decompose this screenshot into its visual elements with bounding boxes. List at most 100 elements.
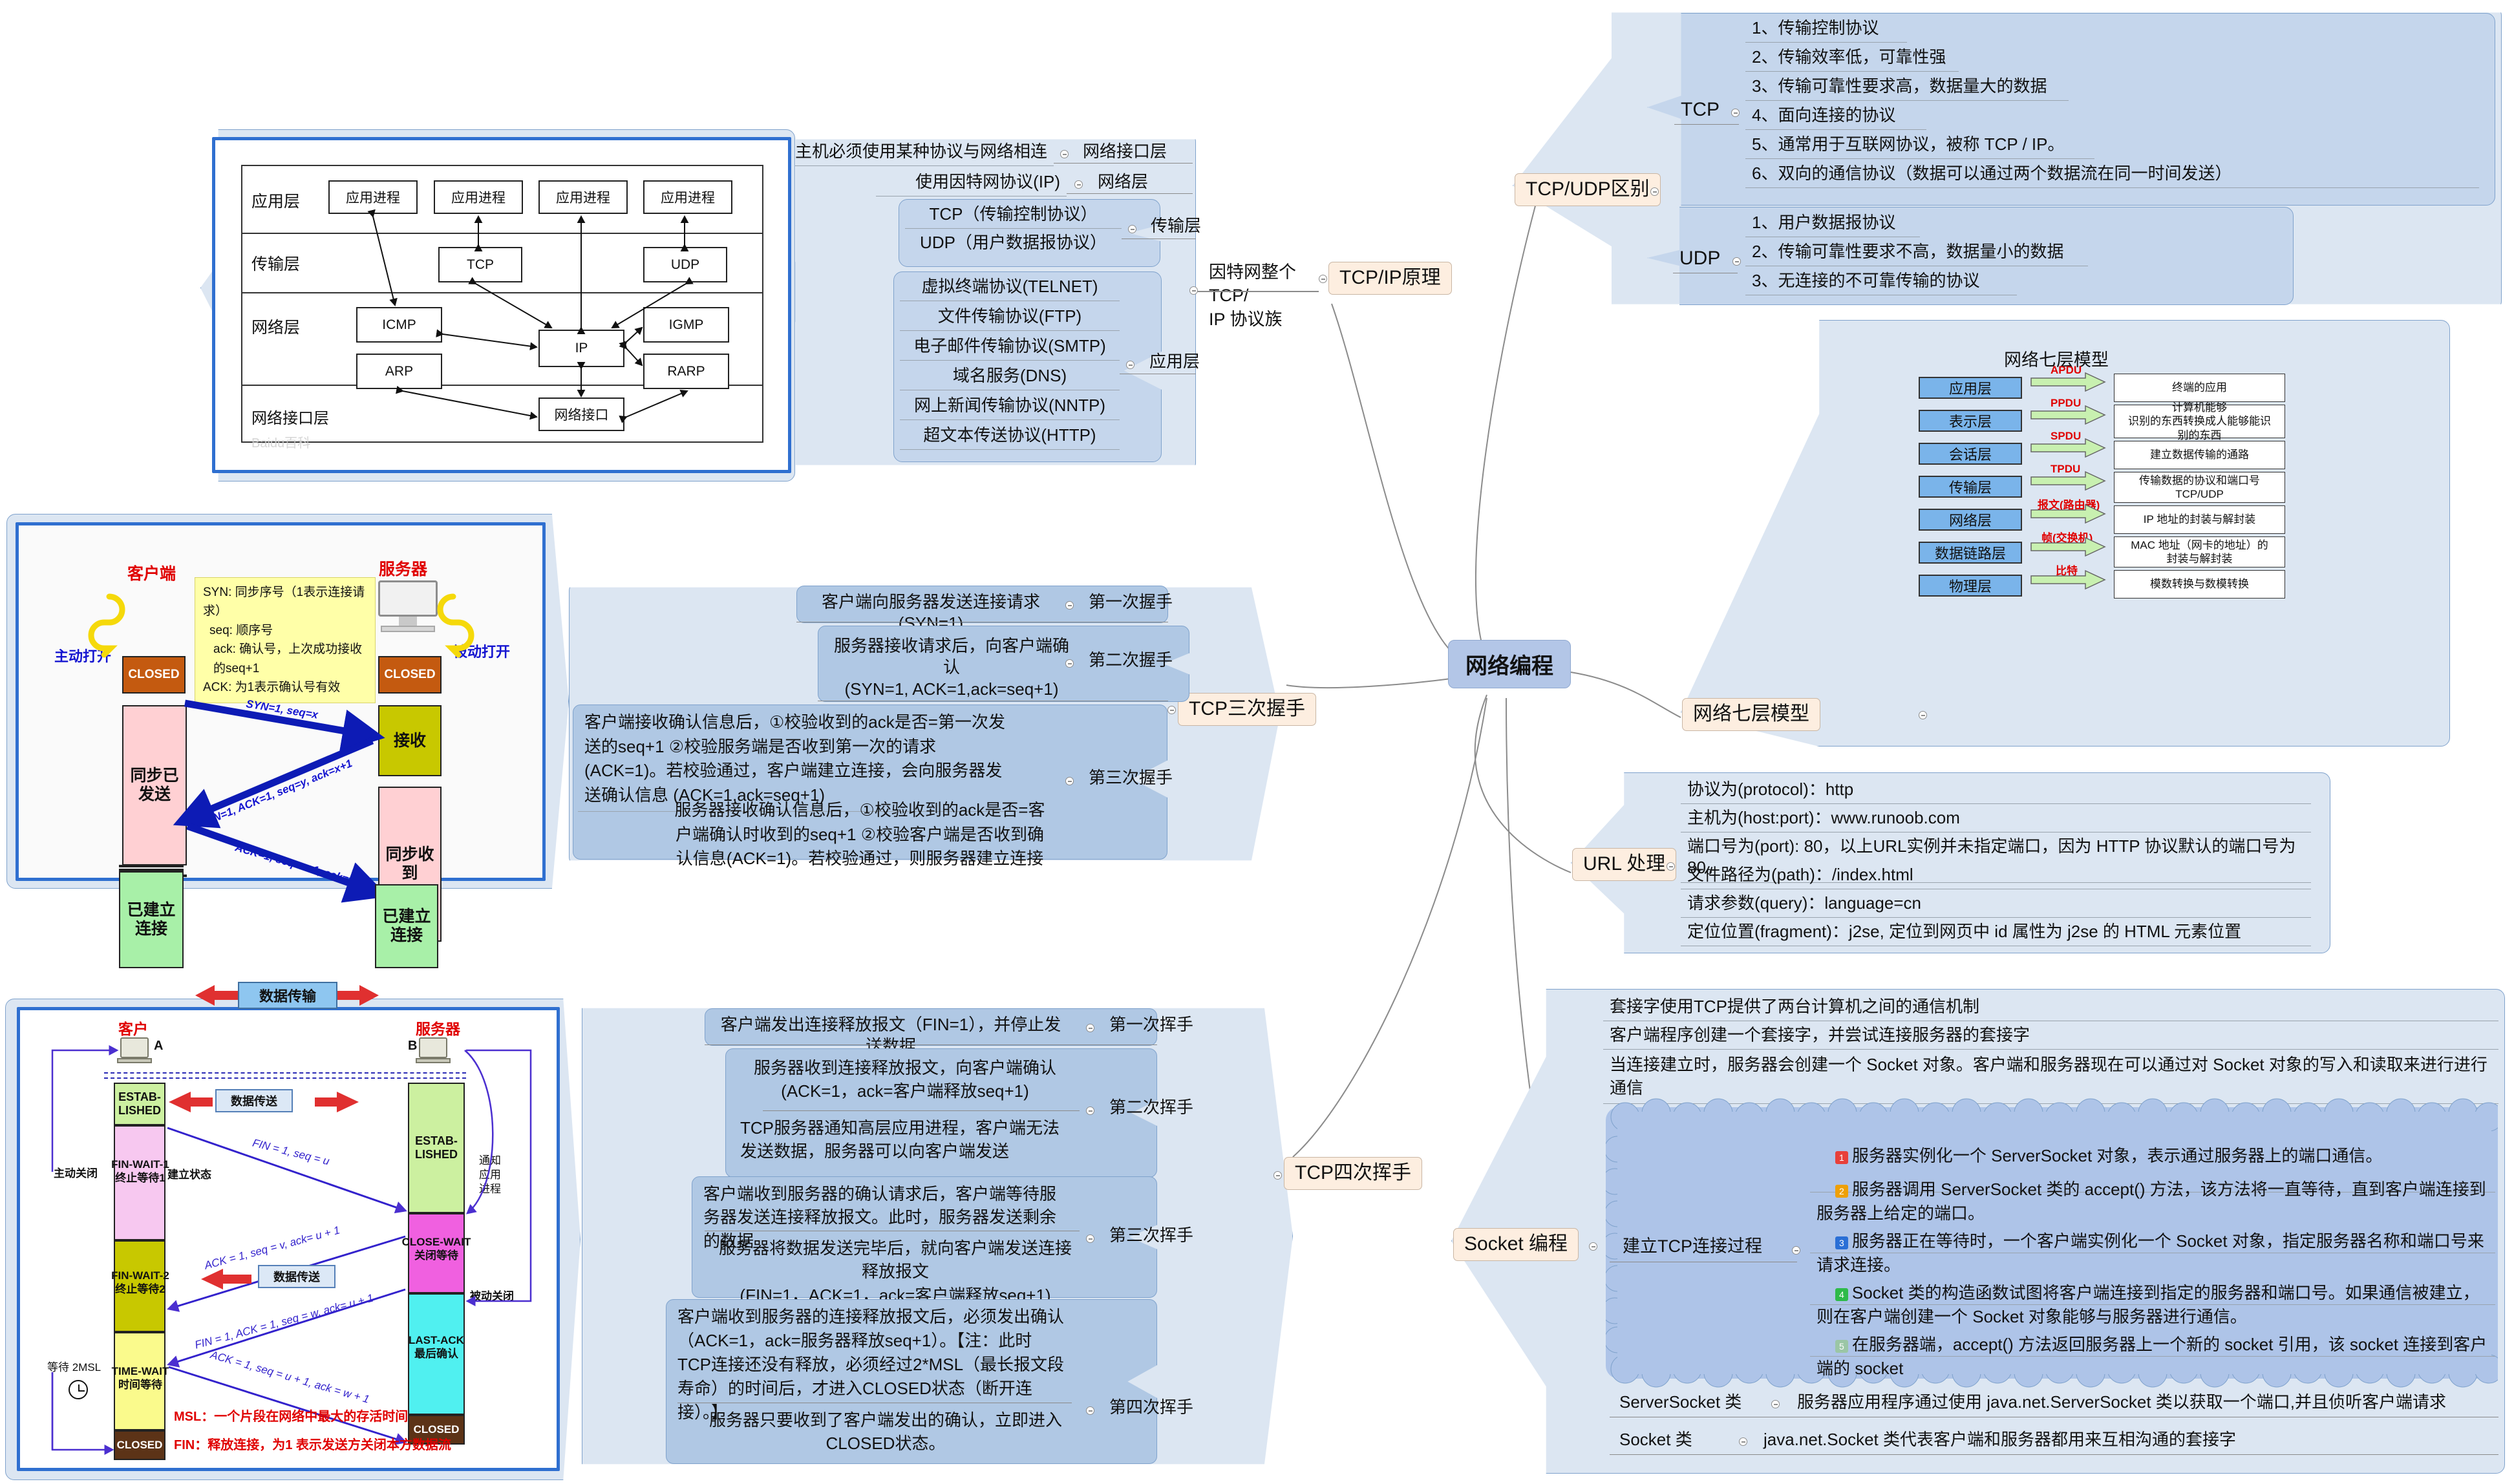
tcpip-summary-conn bbox=[1196, 291, 1319, 292]
branch-socket-label: Socket 编程 bbox=[1464, 1233, 1568, 1255]
collapse-icon-l1[interactable] bbox=[1074, 180, 1083, 189]
tcpip-l0-name: 网络接口层 bbox=[1083, 142, 1167, 161]
osi-desc-5: MAC 地址（网卡的地址）的 封装与解封装 bbox=[2114, 536, 2285, 567]
collapse-icon-serversocket[interactable] bbox=[1771, 1400, 1780, 1408]
w4-step3-label: 第四次挥手 bbox=[1109, 1397, 1194, 1417]
branch-handshake3-label: TCP三次握手 bbox=[1189, 698, 1305, 719]
step-badge-5: 5 bbox=[1835, 1339, 1848, 1353]
step-badge-4: 4 bbox=[1835, 1288, 1848, 1301]
collapse-icon-udp[interactable] bbox=[1732, 257, 1741, 266]
mindmap-canvas: 网络编程 TCP/IP原理 因特网整个 TCP/ IP 协议族 主机必须使用某种… bbox=[0, 0, 2514, 1484]
branch-url[interactable]: URL 处理 bbox=[1572, 848, 1677, 881]
collapse-icon-hs3-1[interactable] bbox=[1065, 659, 1074, 668]
tcp-label: TCP bbox=[1681, 99, 1720, 120]
hs3-client-state-2: 已建立 连接 bbox=[119, 871, 184, 968]
url-item-5: 定位位置(fragment)：j2se, 定位到网页中 id 属性为 j2se … bbox=[1681, 919, 2311, 947]
conn-w4-0 bbox=[705, 1044, 1157, 1045]
collapse-icon-w4-1[interactable] bbox=[1086, 1107, 1094, 1115]
branch-osi7[interactable]: 网络七层模型 bbox=[1682, 698, 1820, 731]
tcpip-l0-item0: 主机必须使用某种协议与网络相连 bbox=[789, 139, 1054, 167]
socket-class-1-name: Socket 类 bbox=[1619, 1430, 1692, 1449]
w4-step2-label: 第三次挥手 bbox=[1109, 1225, 1194, 1245]
collapse-icon-osi7[interactable] bbox=[1919, 711, 1927, 719]
tcpip-l3-item0: 虚拟终端协议(TELNET) bbox=[900, 274, 1120, 302]
tcpip-l3-item4: 网上新闻传输协议(NNTP) bbox=[900, 393, 1120, 421]
tcpip-summary: 因特网整个 TCP/ IP 协议族 bbox=[1209, 262, 1296, 329]
branch-socket[interactable]: Socket 编程 bbox=[1453, 1228, 1579, 1261]
hs3-step2-sub: 服务器接收确认信息后，①校验收到的ack是否=客户端确认时收到的seq+1 ②校… bbox=[674, 800, 1045, 869]
udp-item-1: 2、传输可靠性要求不高，数据量小的数据 bbox=[1745, 239, 2088, 267]
url-item-1: 主机为(host:port)：www.runoob.com bbox=[1681, 805, 2311, 833]
tcpip-l2-item1: UDP（用户数据报协议） bbox=[920, 233, 1107, 252]
tcpip-l1-item0: 使用因特网协议(IP) bbox=[876, 169, 1067, 197]
w4-step2-text: 服务器将数据发送完毕后，就向客户端发送连接释放报文 (FIN=1，ACK=1，a… bbox=[718, 1238, 1072, 1305]
udp-item-2: 3、无连接的不可靠传输的协议 bbox=[1745, 268, 2017, 296]
collapse-icon-tcp[interactable] bbox=[1731, 109, 1740, 117]
root-label: 网络编程 bbox=[1465, 654, 1553, 679]
conn-tcp bbox=[1674, 124, 1739, 125]
tcpip-l3-item5: 超文本传送协议(HTTP) bbox=[900, 423, 1120, 450]
url-item-0: 协议为(protocol)：http bbox=[1681, 777, 2311, 805]
osi-layer-6: 物理层 bbox=[1919, 575, 2022, 597]
hs3-data-transfer: 数据传输 bbox=[238, 982, 337, 1009]
collapse-icon-w4-0[interactable] bbox=[1086, 1024, 1094, 1032]
branch-tcpudp[interactable]: TCP/UDP区别 bbox=[1515, 173, 1661, 206]
conn-class-1 bbox=[1610, 1454, 2498, 1455]
socket-class-1-desc: java.net.Socket 类代表客户端和服务器都用来互相沟通的套接字 bbox=[1763, 1430, 2236, 1449]
branch-wave4-label: TCP四次挥手 bbox=[1295, 1162, 1411, 1183]
stack-arrows bbox=[367, 209, 694, 423]
collapse-icon-w4-2[interactable] bbox=[1086, 1235, 1094, 1243]
collapse-icon-socketclass[interactable] bbox=[1739, 1437, 1747, 1446]
osi-layer-1: 表示层 bbox=[1919, 410, 2022, 432]
hs3-step1-label: 第二次握手 bbox=[1089, 650, 1173, 670]
socket-intro-0: 套接字使用TCP提供了两台计算机之间的通信机制 bbox=[1603, 994, 2498, 1022]
url-item-3: 文件路径为(path)：/index.html bbox=[1681, 862, 2311, 890]
tcp-item-3: 4、面向连接的协议 bbox=[1745, 103, 1926, 131]
osi-desc-3: 传输数据的协议和端口号 TCP/UDP bbox=[2114, 472, 2285, 503]
step-badge-2: 2 bbox=[1835, 1184, 1848, 1198]
collapse-icon-socket[interactable] bbox=[1589, 1242, 1597, 1251]
hs3-step1-text: 服务器接收请求后，向客户端确认 (SYN=1, ACK=1,ack=seq+1) bbox=[833, 636, 1069, 699]
socket-intro-1: 客户端程序创建一个套接字，并尝试连接服务器的套接字 bbox=[1603, 1023, 2498, 1050]
tcpip-l3-item3: 域名服务(DNS) bbox=[900, 363, 1120, 391]
socket-class-0-desc: 服务器应用程序通过使用 java.net.ServerSocket 类以获取一个… bbox=[1797, 1392, 2447, 1412]
tcpip-l3-item1: 文件传输协议(FTP) bbox=[900, 304, 1120, 332]
collapse-icon-socket-process[interactable] bbox=[1792, 1246, 1800, 1255]
osi-layer-0: 应用层 bbox=[1919, 377, 2022, 399]
url-item-4: 请求参数(query)：language=cn bbox=[1681, 891, 2311, 918]
socket-intro-2: 当连接建立时，服务器会创建一个 Socket 对象。客户端和服务器现在可以通过对… bbox=[1603, 1051, 2498, 1104]
tcp-item-2: 3、传输可靠性要求高，数据量大的数据 bbox=[1745, 74, 2069, 101]
hs3-server-state-3: 已建立 连接 bbox=[375, 884, 438, 968]
osi-desc-1: 计算机能够 识别的东西转换成人能够能识 别的东西 bbox=[2114, 401, 2285, 441]
collapse-icon-tcpip-summary[interactable] bbox=[1189, 286, 1198, 295]
branch-wave4[interactable]: TCP四次挥手 bbox=[1284, 1157, 1422, 1190]
osi-desc-4: IP 地址的封装与解封装 bbox=[2114, 505, 2285, 534]
tcpip-stack-picture: 应用层 传输层 网络层 网络接口层 应用进程 应用进程 应用进程 应用进程 TC… bbox=[212, 137, 791, 473]
collapse-icon-l3[interactable] bbox=[1126, 361, 1134, 369]
collapse-icon-l0[interactable] bbox=[1060, 150, 1069, 158]
conn-l1 bbox=[1067, 193, 1193, 194]
collapse-icon-wave4[interactable] bbox=[1273, 1171, 1282, 1180]
collapse-icon-handshake3[interactable] bbox=[1167, 706, 1176, 714]
collapse-icon-hs3-0[interactable] bbox=[1065, 601, 1074, 610]
tcp-item-4: 5、通常用于互联网协议，被称 TCP / IP。 bbox=[1745, 132, 2094, 160]
conn-w4-1-inner bbox=[763, 1110, 1080, 1111]
w4-step1-label: 第二次挥手 bbox=[1109, 1097, 1194, 1117]
collapse-icon-tcpudp[interactable] bbox=[1650, 187, 1659, 196]
osi-desc-2: 建立数据传输的通路 bbox=[2114, 441, 2285, 469]
step-badge-3: 3 bbox=[1835, 1236, 1848, 1249]
collapse-icon-w4-3[interactable] bbox=[1086, 1406, 1094, 1415]
branch-handshake3[interactable]: TCP三次握手 bbox=[1178, 693, 1316, 726]
branch-tcpip[interactable]: TCP/IP原理 bbox=[1328, 262, 1452, 295]
collapse-icon-l2[interactable] bbox=[1128, 225, 1136, 233]
w4-legend-1: FIN：释放连接，为1 表示发送方关闭本方数据流 bbox=[174, 1438, 451, 1452]
tcpip-l2-item0: TCP（传输控制协议） bbox=[905, 202, 1122, 229]
root-node[interactable]: 网络编程 bbox=[1448, 640, 1571, 688]
collapse-icon-hs3-2[interactable] bbox=[1065, 777, 1074, 785]
tcpip-l1-name: 网络层 bbox=[1098, 172, 1149, 191]
osi-desc-0: 终端的应用 bbox=[2114, 374, 2285, 402]
osi-layer-2: 会话层 bbox=[1919, 443, 2022, 465]
socket-process-label: 建立TCP连接过程 bbox=[1623, 1236, 1762, 1256]
collapse-icon-url[interactable] bbox=[1667, 862, 1675, 871]
udp-item-0: 1、用户数据报协议 bbox=[1745, 210, 1920, 238]
